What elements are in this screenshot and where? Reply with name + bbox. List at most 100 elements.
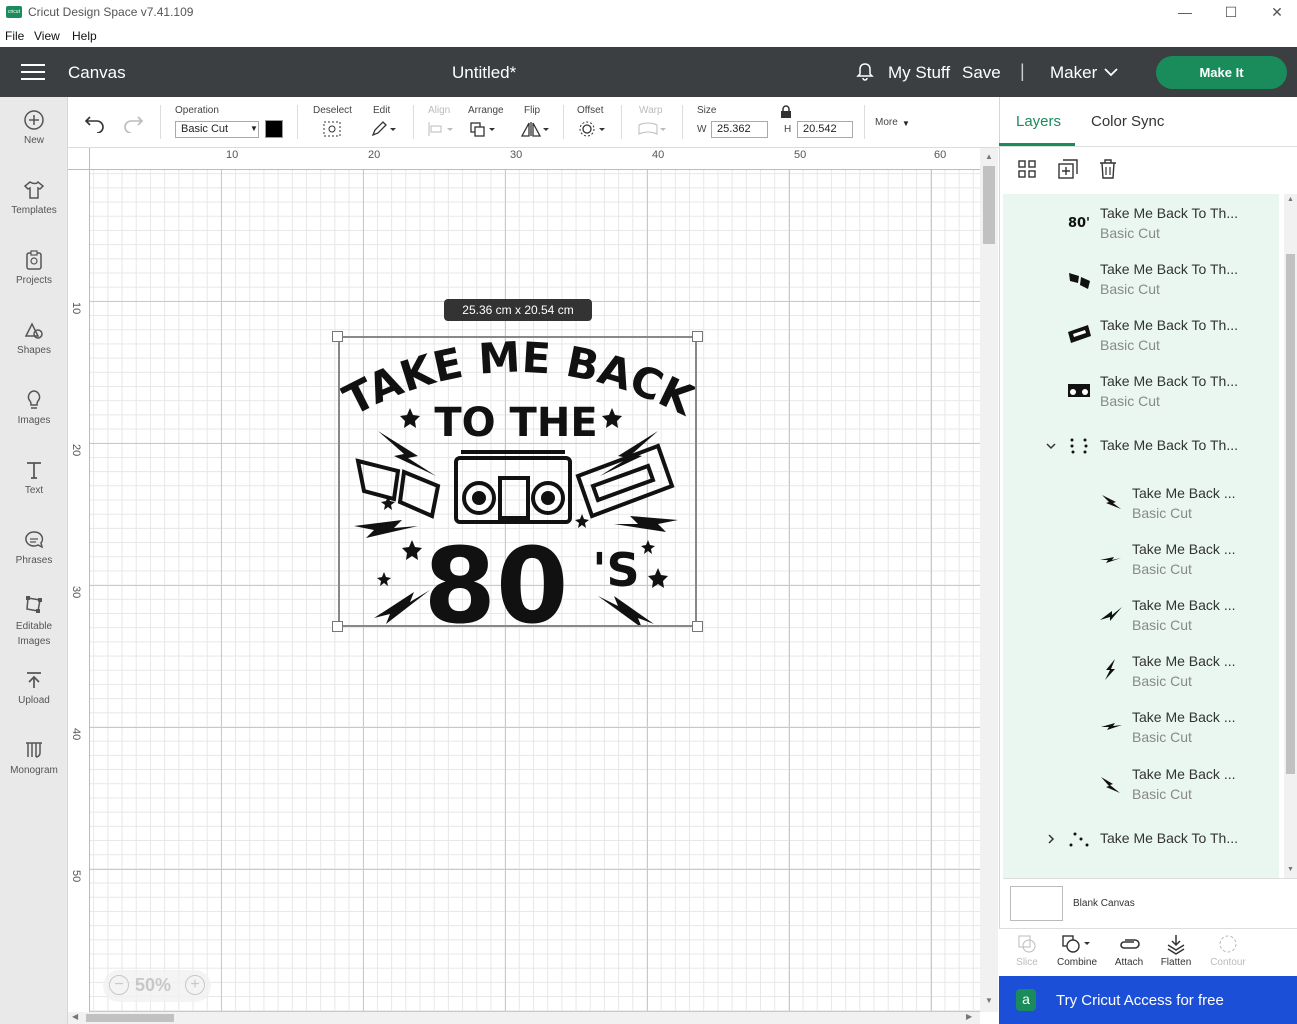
tab-layers[interactable]: Layers <box>1016 113 1061 130</box>
chevron-right-icon[interactable] <box>1045 833 1057 845</box>
width-input[interactable]: 25.362 <box>711 121 768 138</box>
chevron-down-icon[interactable] <box>1045 440 1057 452</box>
warp-icon[interactable] <box>637 120 669 138</box>
resize-handle-top-right[interactable] <box>692 331 703 342</box>
resize-handle-bottom-left[interactable] <box>332 621 343 632</box>
sidebar-item-shapes[interactable]: Shapes <box>0 319 68 356</box>
menu-help[interactable]: Help <box>72 29 97 43</box>
resize-handle-bottom-right[interactable] <box>692 621 703 632</box>
layer-row[interactable]: Take Me Back To Th... Basic Cut <box>1003 362 1279 418</box>
scroll-up-arrow-icon[interactable]: ▲ <box>985 152 993 161</box>
save-button[interactable]: Save <box>962 63 1001 83</box>
canvas-horizontal-scrollbar[interactable]: ◀ ▶ <box>68 1012 980 1024</box>
sidebar-item-images[interactable]: Images <box>0 389 68 426</box>
attach-button[interactable]: Attach <box>1104 933 1154 968</box>
monogram-icon <box>26 742 42 758</box>
cricut-access-logo-icon: a <box>1016 989 1036 1011</box>
layer-row[interactable]: Take Me Back ... Basic Cut <box>1003 530 1279 586</box>
document-title[interactable]: Untitled* <box>452 63 516 83</box>
blank-canvas-row[interactable]: Blank Canvas <box>1003 878 1297 928</box>
height-input[interactable]: 20.542 <box>797 121 853 138</box>
my-stuff-link[interactable]: My Stuff <box>888 63 950 83</box>
layer-name: Take Me Back To Th... <box>1100 830 1238 846</box>
sidebar-item-monogram[interactable]: Monogram <box>0 739 68 776</box>
hamburger-menu-icon[interactable] <box>21 64 45 80</box>
sidebar-item-editable-images[interactable]: Editable Images <box>0 593 68 649</box>
slice-icon <box>1018 935 1036 953</box>
scroll-right-arrow-icon[interactable]: ▶ <box>966 1012 972 1021</box>
contour-button[interactable]: Contour <box>1203 933 1253 968</box>
canvas-vertical-scrollbar[interactable]: ▲ ▼ <box>980 148 998 1012</box>
group-layers-icon[interactable] <box>1016 158 1038 180</box>
cricut-access-text: Try Cricut Access for free <box>1056 992 1224 1009</box>
layer-group-row[interactable]: Take Me Back To Th... <box>1003 418 1279 474</box>
undo-icon[interactable] <box>84 113 106 133</box>
sidebar-item-text[interactable]: Text <box>0 459 68 496</box>
align-label: Align <box>428 105 451 116</box>
boombox-icon <box>1068 384 1090 397</box>
size-label: Size <box>697 105 717 116</box>
duplicate-icon[interactable] <box>1057 158 1079 180</box>
layer-row[interactable]: Take Me Back To Th... Basic Cut <box>1003 250 1279 306</box>
zoom-in-button[interactable]: + <box>185 975 205 995</box>
zoom-out-button[interactable]: − <box>109 975 129 995</box>
arrange-icon[interactable] <box>469 120 499 138</box>
sidebar-item-projects[interactable]: Projects <box>0 249 68 286</box>
layers-scrollbar[interactable]: ▲ ▼ <box>1284 194 1297 878</box>
scroll-down-arrow-icon[interactable]: ▼ <box>1287 866 1294 873</box>
maximize-button[interactable]: ☐ <box>1208 0 1254 26</box>
sidebar-item-upload[interactable]: Upload <box>0 669 68 706</box>
lightning-icon <box>1102 495 1121 509</box>
make-it-button[interactable]: Make It <box>1156 56 1287 89</box>
scroll-up-arrow-icon[interactable]: ▲ <box>1287 196 1294 203</box>
trash-icon[interactable] <box>1097 158 1119 180</box>
scroll-left-arrow-icon[interactable]: ◀ <box>72 1012 78 1021</box>
clipboard-icon <box>26 250 42 270</box>
layer-row[interactable]: Take Me Back ... Basic Cut <box>1003 474 1279 530</box>
slice-button[interactable]: Slice <box>1002 933 1052 968</box>
chevron-down-icon[interactable] <box>1104 65 1118 79</box>
machine-selector[interactable]: Maker <box>1050 63 1097 83</box>
layer-row[interactable]: Take Me Back ... Basic Cut <box>1003 586 1279 642</box>
layer-group-row[interactable]: Take Me Back To Th... <box>1003 811 1279 867</box>
flatten-button[interactable]: Flatten <box>1151 933 1201 968</box>
scrollbar-thumb[interactable] <box>1286 254 1295 774</box>
deselect-icon[interactable] <box>322 120 342 138</box>
layer-row[interactable]: Take Me Back ... Basic Cut <box>1003 698 1279 754</box>
menu-view[interactable]: View <box>34 29 60 43</box>
offset-icon[interactable] <box>577 120 609 138</box>
sidebar-item-templates[interactable]: Templates <box>0 179 68 216</box>
scrollbar-thumb[interactable] <box>86 1014 174 1022</box>
warp-label: Warp <box>639 105 663 116</box>
layer-row[interactable]: Take Me Back ... Basic Cut <box>1003 642 1279 698</box>
blank-canvas-swatch[interactable] <box>1010 886 1063 921</box>
sidebar-item-label: Text <box>24 485 44 496</box>
tab-color-sync[interactable]: Color Sync <box>1091 113 1164 130</box>
minimize-button[interactable]: — <box>1162 0 1208 26</box>
layer-name: Take Me Back ... <box>1132 653 1236 669</box>
more-button[interactable]: More <box>875 117 898 128</box>
notification-bell-icon[interactable] <box>855 62 875 82</box>
caret-down-icon: ▼ <box>250 124 258 133</box>
operation-color-swatch[interactable] <box>265 120 283 138</box>
layer-row[interactable]: 80' Take Me Back To Th... Basic Cut <box>1003 194 1279 250</box>
sidebar-item-phrases[interactable]: Phrases <box>0 529 68 566</box>
combine-button[interactable]: Combine <box>1052 933 1102 968</box>
edit-pencil-icon[interactable] <box>370 120 398 138</box>
scrollbar-thumb[interactable] <box>983 166 995 244</box>
align-icon[interactable] <box>426 120 456 138</box>
close-button[interactable]: ✕ <box>1254 0 1297 26</box>
operation-select[interactable]: Basic Cut <box>175 121 259 138</box>
sidebar-item-new[interactable]: New <box>0 109 68 146</box>
redo-icon[interactable] <box>122 113 144 133</box>
lock-icon[interactable] <box>779 105 793 119</box>
layer-operation: Basic Cut <box>1132 505 1192 521</box>
scroll-down-arrow-icon[interactable]: ▼ <box>985 996 993 1005</box>
flip-icon[interactable] <box>519 120 551 138</box>
layer-row[interactable]: Take Me Back To Th... Basic Cut <box>1003 306 1279 362</box>
cricut-access-banner[interactable]: a Try Cricut Access for free <box>999 976 1297 1024</box>
layer-operation: Basic Cut <box>1100 393 1160 409</box>
layer-row[interactable]: Take Me Back ... Basic Cut <box>1003 755 1279 811</box>
resize-handle-top-left[interactable] <box>332 331 343 342</box>
menu-file[interactable]: File <box>5 29 24 43</box>
